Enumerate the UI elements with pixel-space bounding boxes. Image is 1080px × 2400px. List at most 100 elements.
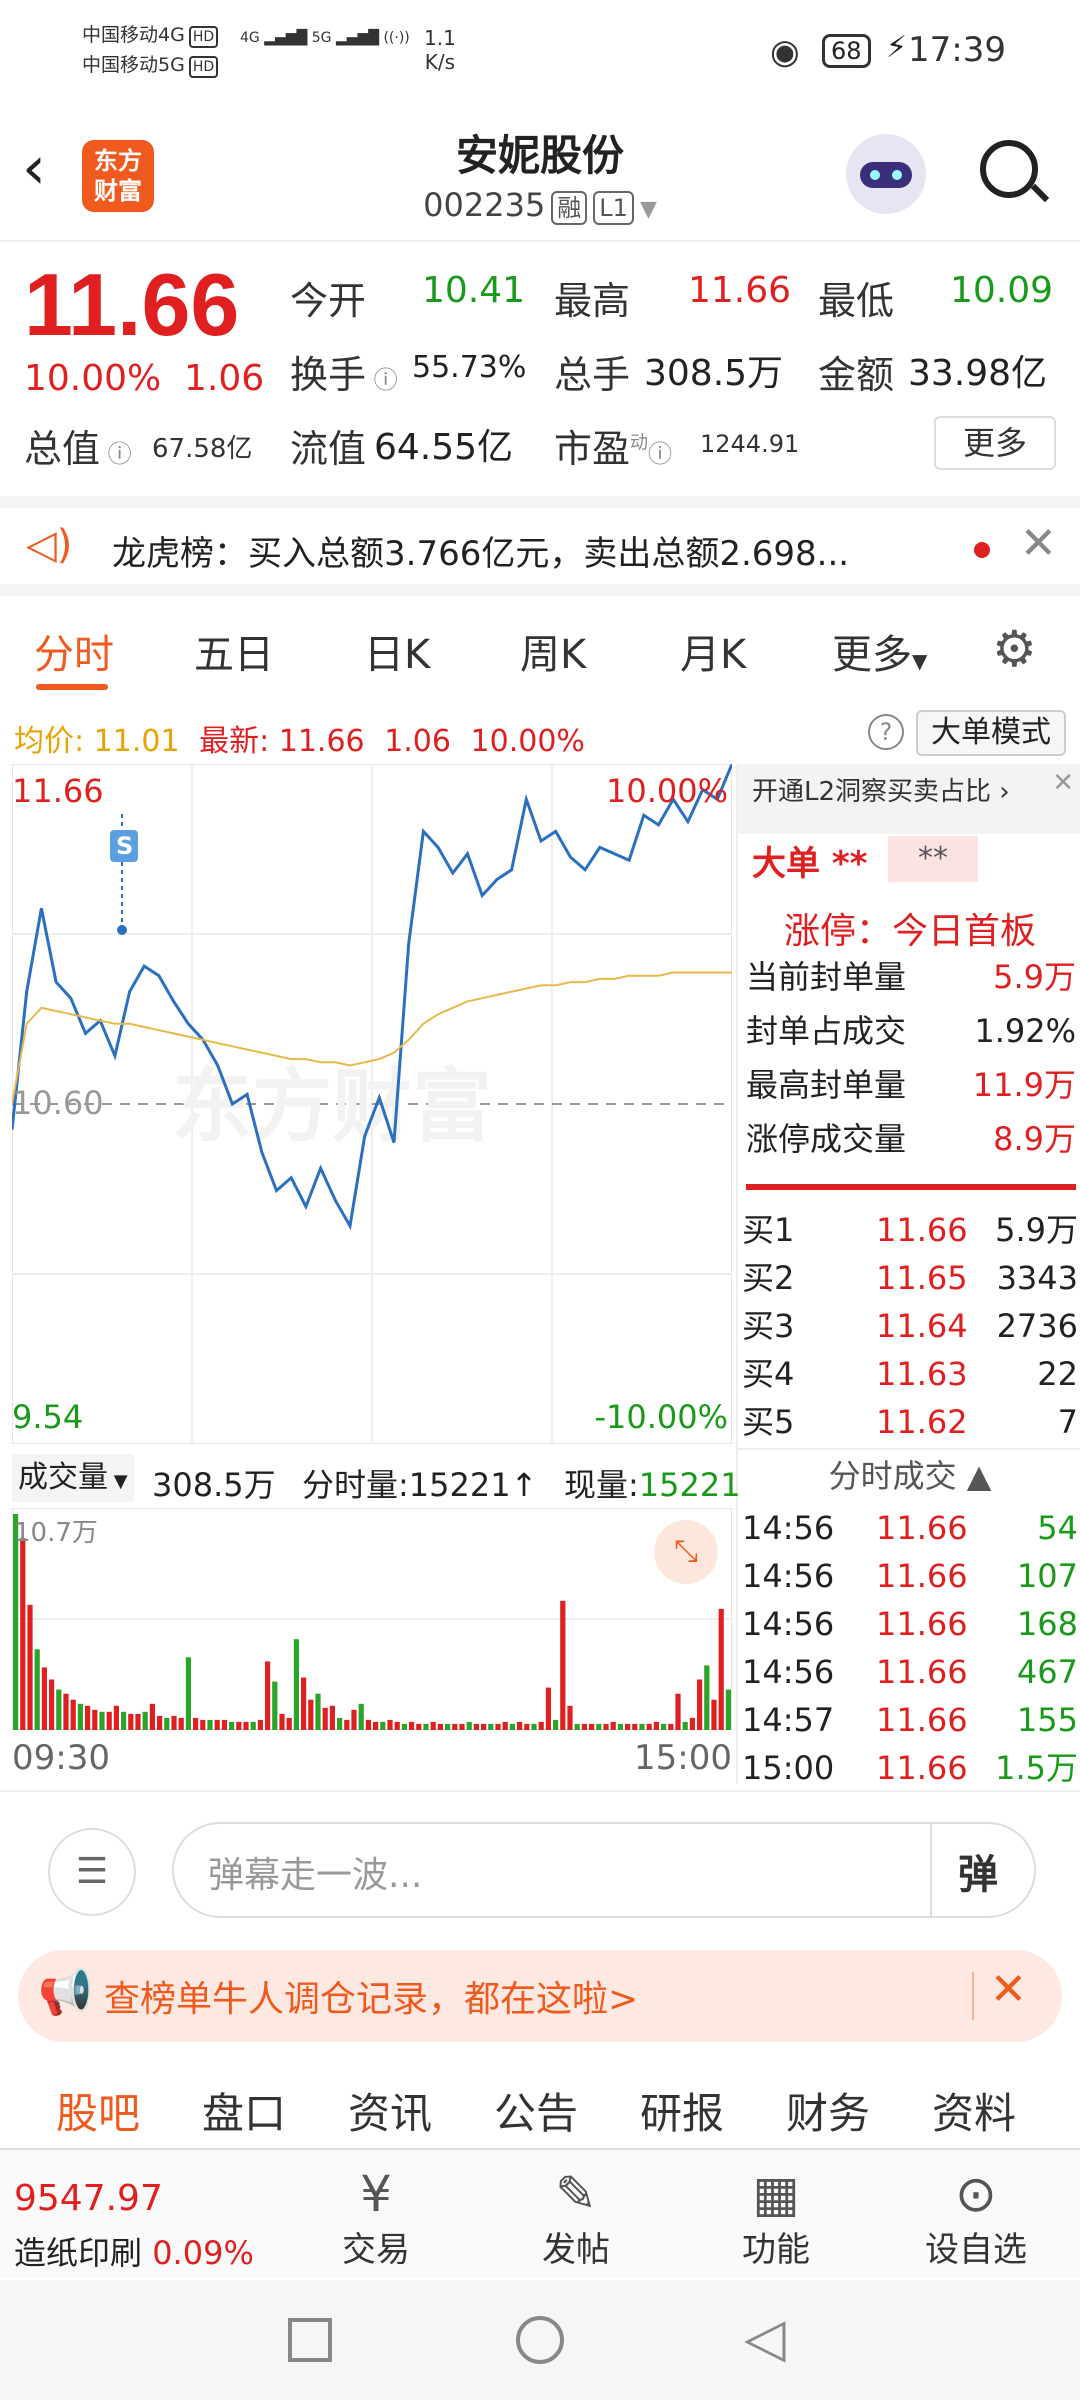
danmu-input[interactable]: 弹幕走一波... 弹 <box>172 1822 1036 1918</box>
big-order-mode-button[interactable]: 大单模式 <box>916 710 1066 756</box>
bid-qty: 22 <box>1037 1355 1078 1393</box>
volume-bar <box>157 1715 163 1730</box>
sector-name[interactable]: 造纸印刷 0.09% <box>14 2228 254 2274</box>
promo-banner[interactable]: 📢 查榜单牛人调仓记录，都在这啦> ✕ <box>18 1950 1062 2042</box>
volume-bar <box>653 1721 659 1730</box>
volume-bar <box>164 1717 170 1730</box>
bid-row[interactable]: 买2 11.65 3343 <box>742 1254 1078 1302</box>
recent-apps-icon[interactable] <box>288 2318 332 2362</box>
volume-bar <box>243 1721 249 1730</box>
limit-stat-row: 最高封单量 11.9万 <box>746 1058 1076 1112</box>
tab-more[interactable]: 更多▼ <box>832 622 927 680</box>
volume-bar <box>56 1689 62 1730</box>
volume-bar <box>682 1721 688 1730</box>
tab-forum[interactable]: 股吧 <box>56 2080 140 2141</box>
volume-bar <box>373 1721 379 1730</box>
help-icon[interactable]: ? <box>868 714 904 750</box>
signal-s-label: S <box>116 832 133 860</box>
danmu-list-icon[interactable]: ☰ <box>48 1828 136 1916</box>
volume-bar <box>257 1719 263 1730</box>
amount-label: 金额 <box>818 353 895 397</box>
tab-intraday[interactable]: 分时 <box>34 622 114 680</box>
volume-bar <box>250 1721 256 1730</box>
float-label: 流值 <box>290 427 367 471</box>
tick-price: 11.66 <box>876 1749 968 1787</box>
turnover-label: 换手 ⓘ <box>290 353 398 397</box>
bid-row[interactable]: 买4 11.63 22 <box>742 1350 1078 1398</box>
volume-bar <box>452 1723 458 1730</box>
tab-monthly-k[interactable]: 月K <box>680 622 746 680</box>
more-button[interactable]: 更多 <box>934 416 1056 470</box>
gear-icon[interactable]: ⚙ <box>992 620 1037 678</box>
close-promo-icon[interactable]: ✕ <box>1052 768 1074 798</box>
close-icon[interactable]: ✕ <box>1020 518 1057 569</box>
bottom-toolbar: 9547.97 造纸印刷 0.09% ¥ 交易 ✎ 发帖 ▦ 功能 ⊙ 设自选 <box>0 2148 1080 2278</box>
dragon-tiger-notice[interactable]: ◁) 龙虎榜：买入总额3.766亿元，卖出总额2.698... ✕ <box>0 496 1080 596</box>
ticks-title[interactable]: 分时成交 ▲ <box>738 1450 1080 1502</box>
divider <box>746 1184 1076 1190</box>
tab-weekly-k[interactable]: 周K <box>520 622 586 680</box>
tab-announcements[interactable]: 公告 <box>494 2080 578 2141</box>
volume-bar <box>185 1657 191 1730</box>
volume-bar <box>106 1711 112 1730</box>
volume-bar <box>92 1709 98 1730</box>
volume-bar <box>394 1721 400 1730</box>
bid-qty: 2736 <box>996 1307 1078 1345</box>
limit-stat-label: 封单占成交 <box>746 1012 907 1050</box>
back-icon[interactable]: ◁ <box>744 2308 786 2368</box>
robot-avatar-icon[interactable] <box>846 134 926 214</box>
danmu-send-button[interactable]: 弹 <box>958 1842 998 1900</box>
tab-daily-k[interactable]: 日K <box>364 622 430 680</box>
volume-bar <box>351 1709 357 1730</box>
tab-five-day[interactable]: 五日 <box>194 622 274 680</box>
limit-stats: 当前封单量 5.9万 封单占成交 1.92% 最高封单量 11.9万 涨停成交量 8.9万 <box>746 950 1076 1166</box>
tab-research[interactable]: 研报 <box>640 2080 724 2141</box>
tick-row: 14:56 11.66 467 <box>742 1648 1078 1696</box>
big-order-label: 大单 ** <box>752 844 868 884</box>
turnover-value: 55.73% <box>412 350 527 385</box>
volume-bar <box>380 1721 386 1730</box>
volume-selector[interactable]: 成交量 ▼ <box>12 1454 134 1502</box>
volume-bar <box>214 1719 220 1730</box>
tab-news[interactable]: 资讯 <box>348 2080 432 2141</box>
tab-handicap[interactable]: 盘口 <box>202 2080 286 2141</box>
volume-chart[interactable]: 10.7万 ⤡ <box>11 1507 733 1731</box>
function-button[interactable]: ▦ 功能 <box>706 2166 846 2271</box>
chart-tabs: 分时 五日 日K 周K 月K 更多▼ ⚙ <box>0 600 1080 700</box>
sector-index-value[interactable]: 9547.97 <box>14 2178 163 2219</box>
carrier-2: 中国移动5G <box>82 54 185 76</box>
volume-bar <box>697 1679 703 1730</box>
expand-icon[interactable]: ⤡ <box>654 1520 718 1584</box>
dropdown-arrow-icon[interactable]: ▼ <box>640 197 657 222</box>
tab-profile[interactable]: 资料 <box>932 2080 1016 2141</box>
bid-row[interactable]: 买3 11.64 2736 <box>742 1302 1078 1350</box>
search-icon[interactable] <box>980 140 1050 203</box>
carrier-1: 中国移动4G <box>82 24 185 46</box>
close-banner-icon[interactable]: ✕ <box>990 1964 1027 2015</box>
add-watchlist-button[interactable]: ⊙ 设自选 <box>906 2166 1046 2271</box>
volume-value: 308.5万 <box>644 353 784 394</box>
bid-row[interactable]: 买1 11.66 5.9万 <box>742 1206 1078 1254</box>
tab-finance[interactable]: 财务 <box>786 2080 870 2141</box>
trade-button[interactable]: ¥ 交易 <box>306 2166 446 2271</box>
home-icon[interactable] <box>516 2316 564 2364</box>
volume-bar <box>193 1717 199 1730</box>
l2-promo[interactable]: 开通L2洞察买卖占比 › <box>738 764 1080 834</box>
volume-bar <box>20 1538 26 1730</box>
quote-panel: 11.66 10.00% 1.06 总值 ⓘ 67.58亿 今开 10.41 最… <box>0 244 1080 494</box>
volume-bar <box>481 1723 487 1730</box>
chart-bottom-price: 9.54 <box>12 1398 84 1436</box>
hd-badge: HD <box>188 56 219 78</box>
post-button[interactable]: ✎ 发帖 <box>506 2166 646 2271</box>
volume-bar <box>265 1661 271 1730</box>
bid-row[interactable]: 买5 11.62 7 <box>742 1398 1078 1446</box>
volume-bar <box>85 1705 91 1730</box>
clock: 17:39 <box>908 30 1006 70</box>
volume-bar: 成交量 ▼ 308.5万 分时量:15221↑ 现量:15221 <box>12 1450 741 1510</box>
volume-bar <box>437 1723 443 1730</box>
tick-qty: 155 <box>1016 1701 1078 1739</box>
avg-bar: 均价: 11.01 最新: 11.66 1.06 10.00% ? 大单模式 <box>0 706 1080 762</box>
volume-chart-svg <box>11 1507 733 1731</box>
intraday-chart[interactable]: 东方财富 S 11.66 10.00% 10.60 9.54 -10.00% <box>10 763 734 1445</box>
volume-bar <box>34 1649 40 1730</box>
